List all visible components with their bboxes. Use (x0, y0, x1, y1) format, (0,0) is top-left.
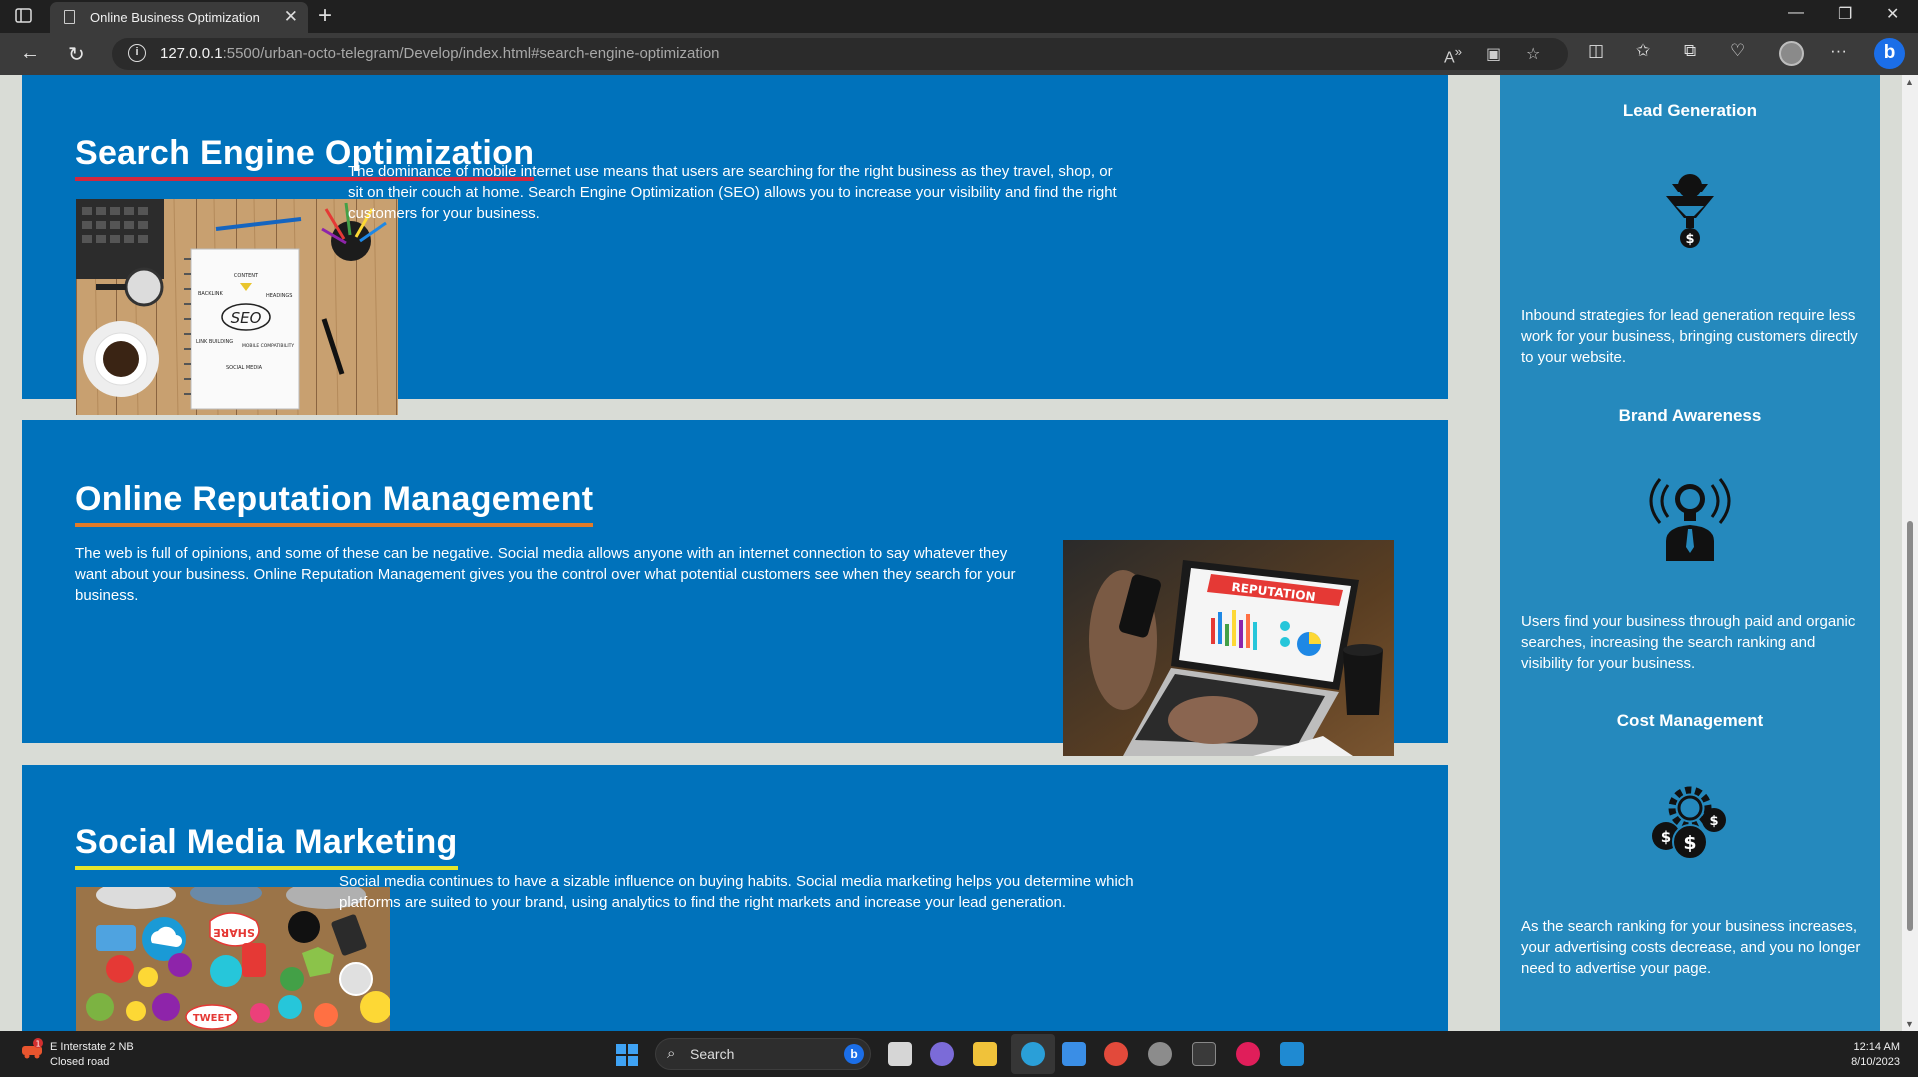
vscode-icon[interactable] (1280, 1042, 1304, 1066)
favorite-star-icon[interactable]: ☆ (1526, 44, 1540, 64)
svg-text:$: $ (1661, 828, 1671, 846)
read-aloud-icon[interactable]: A» (1444, 44, 1462, 67)
reputation-section: Online Reputation Management The web is … (22, 420, 1448, 756)
search-icon: ⌕ (667, 1045, 676, 1062)
reputation-description: The web is full of opinions, and some of… (75, 545, 1016, 604)
browser-tab-bar: Online Business Optimization ✕ + — ❐ ✕ (0, 0, 1918, 33)
traffic-status: Closed road (50, 1056, 110, 1068)
traffic-badge: 1 (35, 1040, 40, 1049)
address-bar[interactable]: i 127.0.0.1:5500/urban-octo-telegram/Dev… (112, 38, 1568, 70)
immersive-reader-icon[interactable]: ▣ (1486, 44, 1501, 64)
url-text[interactable]: 127.0.0.1:5500/urban-octo-telegram/Devel… (160, 45, 720, 62)
lead-generation-title: Lead Generation (1622, 101, 1758, 120)
reputation-laptop-image: REPUTATION (1063, 540, 1394, 756)
taskbar-search-label: Search (690, 1046, 735, 1062)
svg-text:$: $ (1683, 832, 1696, 854)
traffic-widget[interactable]: E Interstate 2 NB Closed road (50, 1040, 134, 1070)
traffic-title: E Interstate 2 NB (50, 1041, 134, 1053)
url-host: 127.0.0.1 (160, 45, 223, 62)
split-screen-icon[interactable]: ◫ (1588, 41, 1604, 61)
traffic-widget-icon[interactable]: 1 (20, 1038, 44, 1062)
task-view-icon[interactable] (888, 1042, 912, 1066)
restore-icon[interactable]: ❐ (1838, 4, 1852, 24)
scroll-thumb[interactable] (1907, 521, 1913, 931)
brand-awareness-title: Brand Awareness (1618, 406, 1762, 425)
teams-chat-icon[interactable] (930, 1042, 954, 1066)
seo-image-label: MOBILE COMPATIBILITY (242, 343, 294, 349)
file-explorer-icon[interactable] (973, 1042, 997, 1066)
page-icon (64, 10, 75, 24)
favorites-icon[interactable]: ✩ (1636, 41, 1650, 61)
seo-image-label: HEADINGS (266, 293, 292, 299)
seo-image-label: CONTENT (234, 273, 259, 279)
url-path: :5500/urban-octo-telegram/Develop/index.… (222, 45, 720, 62)
bing-icon: b (844, 1044, 864, 1064)
clock-date: 8/10/2023 (1851, 1056, 1900, 1068)
svg-text:$: $ (1685, 232, 1694, 247)
social-section: Social Media Marketing SHARE TWEET Socia… (22, 765, 1448, 1031)
browser-tab[interactable]: Online Business Optimization ✕ (50, 2, 308, 33)
reputation-heading: Online Reputation Management (75, 480, 594, 527)
cost-management-title: Cost Management (1616, 711, 1764, 730)
scroll-up-icon[interactable]: ▲ (1905, 77, 1914, 87)
profile-avatar[interactable] (1779, 41, 1804, 66)
more-menu-icon[interactable]: ··· (1830, 41, 1847, 61)
bing-chat-icon[interactable]: b (1874, 38, 1905, 69)
browser-essentials-icon[interactable]: ♡ (1730, 41, 1745, 61)
slack-icon[interactable] (1236, 1042, 1260, 1066)
seo-description: The dominance of mobile internet use mea… (348, 163, 1117, 222)
system-clock[interactable]: 12:14 AM 8/10/2023 (1851, 1040, 1900, 1070)
microsoft-store-icon[interactable] (1062, 1042, 1086, 1066)
terminal-icon[interactable] (1192, 1042, 1216, 1066)
seo-image-label: BACKLINK (198, 291, 224, 297)
benefits-sidebar: Lead Generation $ Inbound strategies for… (1500, 75, 1880, 1031)
windows-start-icon[interactable] (616, 1044, 638, 1066)
edge-browser-icon[interactable] (1021, 1042, 1045, 1066)
taskbar-search[interactable]: ⌕ Search b (655, 1038, 871, 1070)
lightbulb-person-icon (1646, 475, 1734, 563)
back-icon[interactable]: ← (20, 42, 40, 65)
new-tab-icon[interactable]: + (318, 2, 332, 30)
brand-awareness-text: Users find your business through paid an… (1521, 613, 1856, 672)
tab-title: Online Business Optimization (90, 10, 260, 25)
seo-image-label: LINK BUILDING (196, 339, 233, 345)
scroll-down-icon[interactable]: ▼ (1905, 1019, 1914, 1029)
page-scrollbar[interactable]: ▲ ▼ (1902, 75, 1918, 1031)
gear-dollar-icon: $ $ $ (1646, 780, 1734, 868)
collections-icon[interactable]: ⧉ (1684, 41, 1696, 61)
seo-section: Search Engine Optimization SEO CONTENT B… (22, 75, 1448, 415)
close-tab-icon[interactable]: ✕ (284, 7, 298, 27)
lead-generation-text: Inbound strategies for lead generation r… (1521, 307, 1858, 366)
cost-management-text: As the search ranking for your business … (1521, 918, 1861, 977)
close-window-icon[interactable]: ✕ (1886, 4, 1899, 24)
settings-gear-icon[interactable] (1148, 1042, 1172, 1066)
windows-taskbar: 1 E Interstate 2 NB Closed road ⌕ Search… (0, 1031, 1918, 1077)
svg-text:$: $ (1709, 814, 1718, 829)
seo-image-label: SOCIAL MEDIA (226, 365, 263, 371)
clock-time: 12:14 AM (1853, 1041, 1900, 1053)
social-description: Social media continues to have a sizable… (339, 873, 1134, 911)
social-image-label: SHARE (213, 926, 255, 939)
tab-actions-icon[interactable] (14, 7, 36, 27)
chrome-icon[interactable] (1104, 1042, 1128, 1066)
page-content: Search Engine Optimization SEO CONTENT B… (0, 75, 1902, 1031)
seo-notebook-image: SEO CONTENT BACKLINK HEADINGS LINK BUILD… (76, 199, 398, 415)
browser-toolbar: ← ↻ i 127.0.0.1:5500/urban-octo-telegram… (0, 33, 1918, 75)
funnel-dollar-icon: $ (1646, 170, 1734, 258)
minimize-icon[interactable]: — (1788, 4, 1804, 22)
site-info-icon[interactable]: i (128, 44, 146, 62)
social-image-label: TWEET (193, 1013, 232, 1024)
refresh-icon[interactable]: ↻ (68, 42, 85, 67)
social-heading: Social Media Marketing (75, 823, 458, 870)
seo-image-label: SEO (231, 309, 262, 327)
